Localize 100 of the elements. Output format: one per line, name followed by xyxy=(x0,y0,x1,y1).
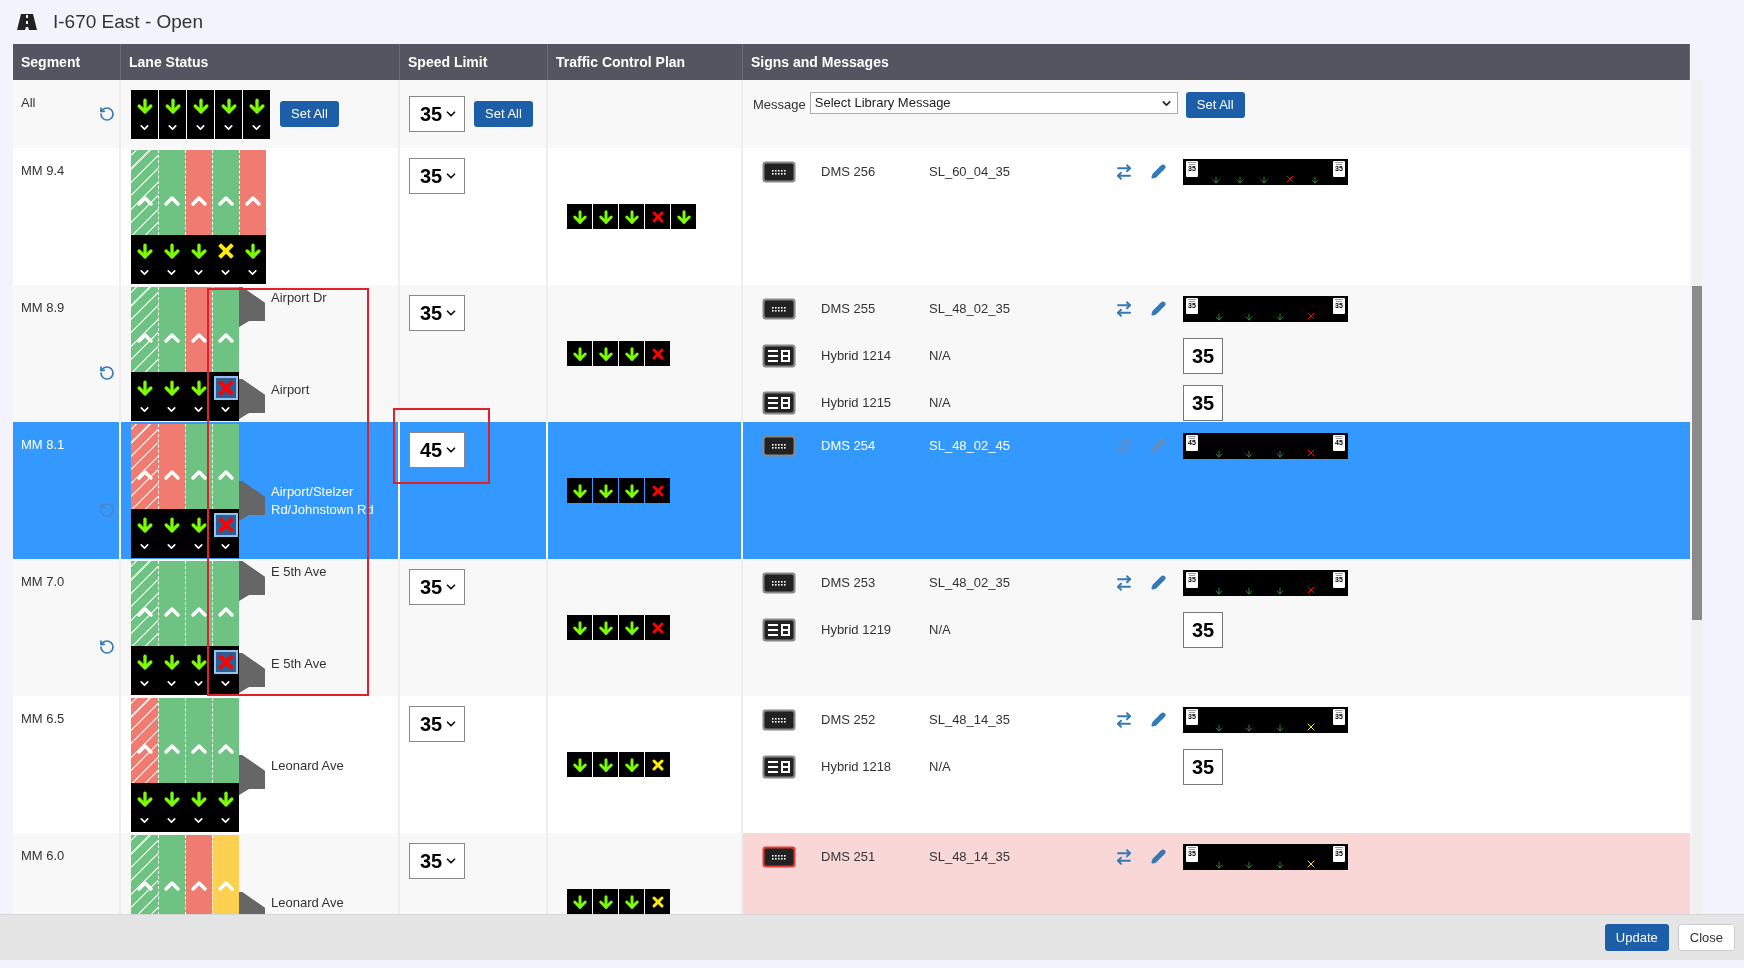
sign-message: N/A xyxy=(929,346,952,365)
segment-label: All xyxy=(21,95,36,110)
ramp-icon xyxy=(239,561,265,601)
down-arrow-icon xyxy=(1274,311,1285,322)
column-header: Traffic Control Plan xyxy=(556,52,686,72)
sign-name: DMS 253 xyxy=(821,573,877,592)
down-arrow-icon xyxy=(1214,448,1225,459)
lane-signal-control[interactable] xyxy=(215,89,242,139)
sign-message: SL_48_14_35 xyxy=(929,847,1011,866)
message-sign-icon xyxy=(762,297,796,320)
speed-select[interactable]: 45 xyxy=(409,432,465,468)
column-header: Lane Status xyxy=(129,52,209,72)
speed-select[interactable]: 35 xyxy=(409,569,465,605)
close-button[interactable]: Close xyxy=(1677,924,1735,951)
edit-icon[interactable] xyxy=(1151,712,1166,727)
message-select[interactable]: Select Library Message xyxy=(809,92,1178,114)
sign-message: SL_60_04_35 xyxy=(929,162,1011,181)
swap-icon[interactable] xyxy=(1115,847,1133,866)
down-arrow-icon xyxy=(1214,585,1225,596)
hybrid-sign-icon xyxy=(762,343,796,368)
edit-icon[interactable] xyxy=(1151,301,1166,316)
speed-select[interactable]: 35 xyxy=(409,96,465,132)
down-arrow-icon xyxy=(1274,585,1285,596)
undo-icon xyxy=(99,502,115,518)
hybrid-sign-icon xyxy=(762,390,796,415)
set-all-button[interactable]: Set All xyxy=(280,101,339,127)
sign-name: Hybrid 1219 xyxy=(821,620,893,639)
speed-select[interactable]: 35 xyxy=(409,295,465,331)
segment-label: MM 9.4 xyxy=(21,163,65,178)
set-all-button[interactable]: Set All xyxy=(474,101,533,127)
ramp-label: Airport Dr xyxy=(271,289,328,307)
speed-display: 35 xyxy=(1183,611,1223,648)
edit-icon[interactable] xyxy=(1151,849,1166,864)
speed-display: 35 xyxy=(1183,748,1223,785)
hybrid-sign-icon xyxy=(762,617,796,642)
swap-icon[interactable] xyxy=(1115,299,1133,318)
sign-message: N/A xyxy=(929,757,952,776)
sign-name: Hybrid 1214 xyxy=(821,346,893,365)
lane-signal-control[interactable] xyxy=(243,89,270,139)
column-header: Segment xyxy=(21,52,81,72)
speed-display: 35 xyxy=(1183,337,1223,374)
down-arrow-icon xyxy=(1259,174,1270,185)
message-sign-icon xyxy=(762,708,796,731)
column-header: Speed Limit xyxy=(408,52,488,72)
undo-icon xyxy=(99,365,115,381)
down-arrow-icon xyxy=(1274,859,1285,870)
down-arrow-icon xyxy=(1214,859,1225,870)
down-arrow-icon xyxy=(1214,311,1225,322)
hybrid-sign-icon xyxy=(762,754,796,779)
message-sign-icon xyxy=(762,434,796,457)
edit-icon[interactable] xyxy=(1151,575,1166,590)
edit-icon[interactable] xyxy=(1151,164,1166,179)
ramp-icon xyxy=(239,755,265,795)
segment-label: MM 6.5 xyxy=(21,711,65,726)
message-sign-icon xyxy=(762,845,796,868)
undo-icon xyxy=(99,639,115,655)
sign-name: Hybrid 1218 xyxy=(821,757,893,776)
ramp-label: E 5th Ave xyxy=(271,563,328,581)
sign-name: DMS 256 xyxy=(821,162,877,181)
ramp-icon xyxy=(239,653,265,693)
sign-message: SL_48_02_45 xyxy=(929,436,1011,455)
down-arrow-icon xyxy=(1244,448,1255,459)
speed-display: 35 xyxy=(1183,384,1223,421)
ramp-label: Leonard Ave xyxy=(271,757,345,775)
column-header: Signs and Messages xyxy=(751,52,889,72)
speed-select[interactable]: 35 xyxy=(409,706,465,742)
lane-signal-control[interactable] xyxy=(187,89,214,139)
lane-signal-control[interactable] xyxy=(159,89,186,139)
speed-select[interactable]: 35 xyxy=(409,843,465,879)
ramp-icon xyxy=(239,481,265,521)
sign-message: SL_48_02_35 xyxy=(929,573,1011,592)
segment-label: MM 7.0 xyxy=(21,574,65,589)
down-arrow-icon xyxy=(1211,174,1222,185)
segment-label: MM 8.1 xyxy=(21,437,65,452)
segment-label: MM 8.9 xyxy=(21,300,65,315)
sign-name: DMS 252 xyxy=(821,710,877,729)
ramp-icon xyxy=(239,287,265,327)
down-arrow-icon xyxy=(1244,859,1255,870)
message-sign-icon xyxy=(762,571,796,594)
down-arrow-icon xyxy=(1244,585,1255,596)
window-title: I-670 East - Open xyxy=(53,9,203,34)
sign-message: N/A xyxy=(929,620,952,639)
update-button[interactable]: Update xyxy=(1604,924,1669,951)
down-arrow-icon xyxy=(1274,448,1285,459)
swap-icon[interactable] xyxy=(1115,162,1133,181)
ramp-label: Airport xyxy=(271,381,311,399)
sign-name: DMS 255 xyxy=(821,299,877,318)
message-sign-icon xyxy=(762,160,796,183)
lane-signal-control[interactable] xyxy=(131,89,158,139)
down-arrow-icon xyxy=(1235,174,1246,185)
set-all-button[interactable]: Set All xyxy=(1185,92,1245,118)
down-arrow-icon xyxy=(1214,722,1225,733)
swap-icon[interactable] xyxy=(1115,573,1133,592)
message-label: Message xyxy=(753,96,806,114)
speed-select[interactable]: 35 xyxy=(409,158,465,194)
down-arrow-icon xyxy=(1274,722,1285,733)
swap-icon[interactable] xyxy=(1115,710,1133,729)
undo-icon xyxy=(99,106,115,122)
down-arrow-icon xyxy=(1244,311,1255,322)
scrollbar[interactable] xyxy=(1692,80,1702,914)
